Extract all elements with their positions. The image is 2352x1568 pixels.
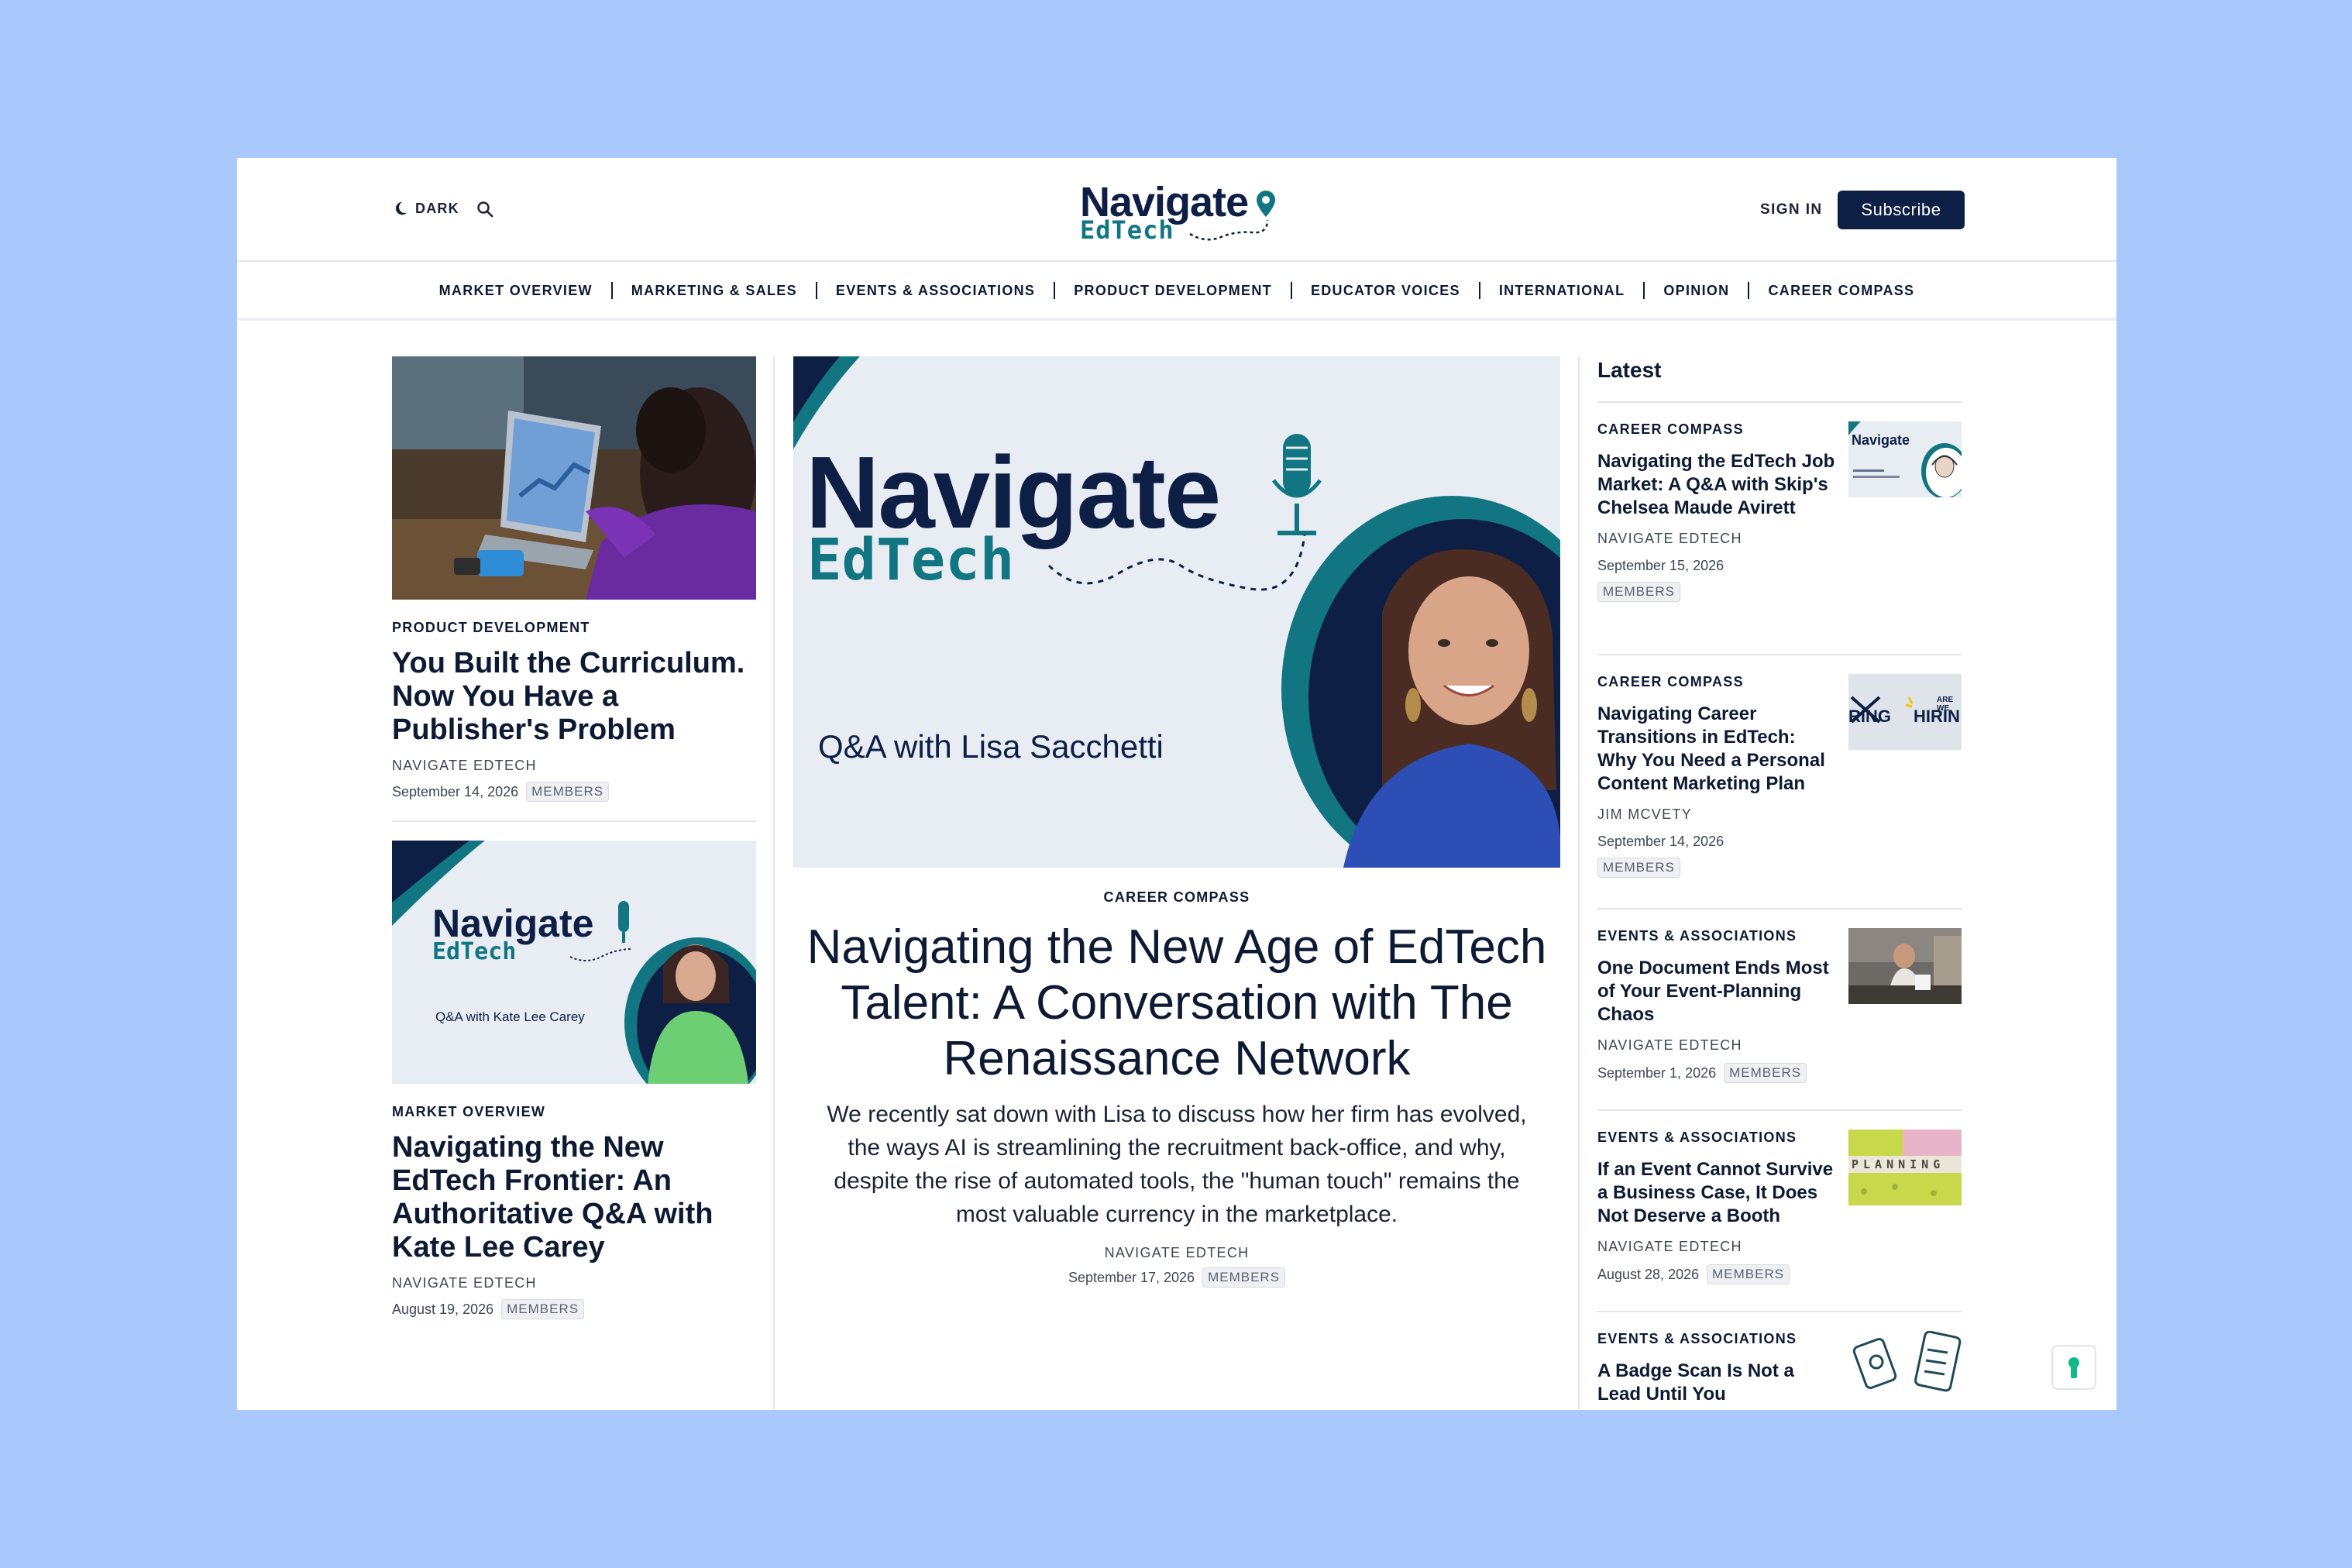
latest-kicker[interactable]: EVENTS & ASSOCIATIONS <box>1597 1130 1839 1146</box>
latest-thumbnail[interactable]: PLANNING <box>1848 1130 1962 1205</box>
divider <box>392 820 756 822</box>
members-badge: MEMBERS <box>501 1299 585 1319</box>
latest-date: September 1, 2026 <box>1597 1064 1717 1081</box>
latest-date: August 28, 2026 <box>1597 1266 1700 1282</box>
thumb-small-text: ARE WE <box>1937 696 1954 713</box>
nav-events-associations[interactable]: EVENTS & ASSOCIATIONS <box>817 282 1056 299</box>
latest-meta: September 1, 2026 MEMBERS <box>1597 1063 1839 1083</box>
subscribe-button[interactable]: Subscribe <box>1838 191 1965 229</box>
search-icon[interactable] <box>476 200 494 218</box>
latest-thumbnail[interactable]: RING HIRIN ARE WE <box>1848 674 1962 750</box>
latest-meta: August 28, 2026 MEMBERS <box>1597 1264 1839 1284</box>
keyhole-button[interactable] <box>2051 1345 2096 1390</box>
article-image-laptop[interactable] <box>392 356 756 600</box>
members-badge: MEMBERS <box>1597 858 1680 878</box>
latest-item: CAREER COMPASS Navigating Career Transit… <box>1597 655 1962 910</box>
latest-author[interactable]: NAVIGATE EDTECH <box>1597 1037 1839 1054</box>
latest-title[interactable]: Navigating Career Transitions in EdTech:… <box>1597 703 1839 796</box>
sign-in-link[interactable]: SIGN IN <box>1760 201 1823 218</box>
featured-image[interactable]: Navigate EdTech Q&A with Lisa Sacchetti <box>793 356 1560 868</box>
nav-market-overview[interactable]: MARKET OVERVIEW <box>421 282 613 299</box>
article-meta: September 14, 2026 MEMBERS <box>392 782 756 802</box>
article-image-qa-kate[interactable]: Navigate EdTech Q&A with Kate Lee Carey <box>392 841 756 1084</box>
latest-item: EVENTS & ASSOCIATIONS A Badge Scan Is No… <box>1597 1312 1962 1410</box>
members-badge: MEMBERS <box>1202 1267 1286 1288</box>
keyhole-icon <box>2068 1357 2079 1378</box>
column-divider <box>1578 356 1580 1410</box>
latest-kicker[interactable]: EVENTS & ASSOCIATIONS <box>1597 928 1839 944</box>
featured-kicker[interactable]: CAREER COMPASS <box>793 889 1560 906</box>
nav-international[interactable]: INTERNATIONAL <box>1480 282 1645 299</box>
hero-logo-subtext: EdTech <box>807 527 1015 593</box>
article-date: September 14, 2026 <box>392 783 519 799</box>
article-date: August 19, 2026 <box>392 1301 494 1317</box>
latest-kicker[interactable]: CAREER COMPASS <box>1597 421 1839 438</box>
site-header: DARK Navigate EdTech SIGN IN Subscribe <box>237 158 2116 262</box>
members-badge: MEMBERS <box>526 782 610 802</box>
site-logo[interactable]: Navigate EdTech <box>1074 178 1291 248</box>
latest-author[interactable]: NAVIGATE EDTECH <box>1597 1239 1839 1255</box>
latest-item: EVENTS & ASSOCIATIONS One Document Ends … <box>1597 910 1962 1111</box>
dark-mode-label: DARK <box>415 200 459 216</box>
latest-title[interactable]: A Badge Scan Is Not a Lead Until You <box>1597 1360 1839 1406</box>
article-kicker[interactable]: PRODUCT DEVELOPMENT <box>392 620 756 636</box>
featured-author[interactable]: NAVIGATE EDTECH <box>793 1245 1560 1261</box>
featured-title[interactable]: Navigating the New Age of EdTech Talent:… <box>793 920 1560 1087</box>
article-meta: August 19, 2026 MEMBERS <box>392 1299 756 1319</box>
nav-career-compass[interactable]: CAREER COMPASS <box>1749 282 1933 299</box>
latest-kicker[interactable]: CAREER COMPASS <box>1597 674 1839 690</box>
latest-thumbnail[interactable] <box>1848 928 1962 1004</box>
thumb-logo-text: Navigate <box>1852 432 1910 448</box>
latest-sidebar: Latest CAREER COMPASS Navigating the EdT… <box>1597 356 1962 1410</box>
latest-date: September 15, 2026 <box>1597 558 1724 573</box>
latest-author[interactable]: NAVIGATE EDTECH <box>1597 531 1839 547</box>
browser-page: DARK Navigate EdTech SIGN IN Subscribe M… <box>237 158 2116 1410</box>
latest-author[interactable]: JIM MCVETY <box>1597 806 1839 823</box>
article-title[interactable]: Navigating the New EdTech Frontier: An A… <box>392 1131 756 1264</box>
nav-opinion[interactable]: OPINION <box>1645 282 1750 299</box>
featured-excerpt: We recently sat down with Lisa to discus… <box>827 1102 1527 1227</box>
thumb-planning-text: PLANNING <box>1852 1157 1945 1171</box>
article-kicker[interactable]: MARKET OVERVIEW <box>392 1104 756 1120</box>
column-divider <box>773 356 775 1410</box>
members-badge: MEMBERS <box>1597 582 1680 602</box>
latest-item: CAREER COMPASS Navigating the EdTech Job… <box>1597 403 1962 655</box>
article-author[interactable]: NAVIGATE EDTECH <box>392 1275 756 1291</box>
article-title[interactable]: You Built the Curriculum. Now You Have a… <box>392 647 756 747</box>
moon-icon <box>395 201 407 215</box>
members-badge: MEMBERS <box>1707 1264 1790 1284</box>
nav-marketing-sales[interactable]: MARKETING & SALES <box>613 282 817 299</box>
members-badge: MEMBERS <box>1724 1063 1807 1083</box>
latest-title[interactable]: One Document Ends Most of Your Event-Pla… <box>1597 957 1839 1026</box>
left-column: PRODUCT DEVELOPMENT You Built the Curric… <box>392 356 756 1319</box>
dark-mode-toggle[interactable]: DARK <box>392 200 459 217</box>
hero-caption: Q&A with Lisa Sacchetti <box>818 728 1164 765</box>
image-logo-subtext: EdTech <box>432 938 517 965</box>
latest-thumbnail[interactable] <box>1848 1331 1962 1393</box>
featured-meta: September 17, 2026 MEMBERS <box>793 1267 1560 1288</box>
nav-educator-voices[interactable]: EDUCATOR VOICES <box>1292 282 1480 299</box>
latest-kicker[interactable]: EVENTS & ASSOCIATIONS <box>1597 1331 1839 1347</box>
latest-thumbnail[interactable]: Navigate <box>1848 421 1962 497</box>
logo-text-edtech: EdTech <box>1080 215 1174 245</box>
latest-title[interactable]: If an Event Cannot Survive a Business Ca… <box>1597 1158 1839 1228</box>
article-author[interactable]: NAVIGATE EDTECH <box>392 758 756 774</box>
latest-item: EVENTS & ASSOCIATIONS If an Event Cannot… <box>1597 1111 1962 1312</box>
thumb-text-left: RING <box>1848 707 1891 726</box>
featured-column: Navigate EdTech Q&A with Lisa Sacchetti … <box>793 356 1560 1288</box>
featured-date: September 17, 2026 <box>1068 1269 1195 1285</box>
latest-title[interactable]: Navigating the EdTech Job Market: A Q&A … <box>1597 450 1839 520</box>
nav-product-development[interactable]: PRODUCT DEVELOPMENT <box>1055 282 1292 299</box>
category-nav: MARKET OVERVIEW MARKETING & SALES EVENTS… <box>237 263 2116 321</box>
latest-date: September 14, 2026 <box>1597 834 1724 849</box>
image-caption: Q&A with Kate Lee Carey <box>435 1009 585 1024</box>
latest-heading: Latest <box>1597 356 1962 403</box>
